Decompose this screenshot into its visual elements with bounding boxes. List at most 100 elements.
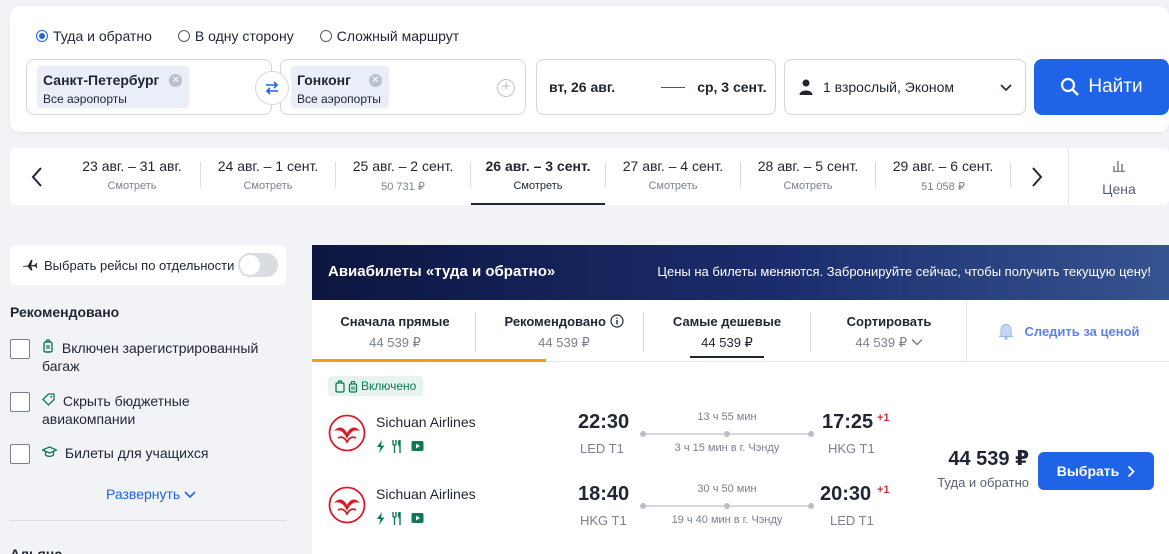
- passengers-label: 1 взрослый, Эконом: [823, 79, 955, 95]
- airline-name: Sichuan Airlines: [376, 414, 476, 430]
- recommended-title: Рекомендовано: [10, 304, 120, 320]
- filter-baggage[interactable]: Включен зарегистрированный багаж: [10, 339, 258, 375]
- filter-students[interactable]: Билеты для учащихся: [10, 444, 208, 464]
- sort-price: 44 539 ₽: [369, 335, 421, 350]
- return-date[interactable]: ср, 3 сент.: [697, 79, 766, 95]
- date-sub: 51 058 ₽: [921, 181, 965, 193]
- remove-destination-icon[interactable]: ✕: [368, 74, 382, 87]
- sichuan-airlines-logo: [328, 486, 366, 524]
- info-icon[interactable]: [609, 314, 624, 328]
- date-option[interactable]: 28 авг. – 5 сент. Смотреть: [741, 148, 875, 205]
- sort-dropdown[interactable]: Сортировать 44 539 ₽: [822, 300, 956, 362]
- banner-message: Цены на билеты меняются. Забронируйте се…: [657, 264, 1151, 279]
- separate-flights-toggle-row[interactable]: Выбрать рейсы по отдельности: [10, 245, 286, 285]
- date-sub: Смотреть: [648, 180, 698, 192]
- price-tab-label: Цена: [1102, 181, 1136, 197]
- date-sub: Смотреть: [783, 180, 833, 192]
- carry-on-icon: [348, 380, 358, 393]
- swap-icon: [265, 81, 279, 95]
- meal-icon: [392, 440, 401, 453]
- price-chart-tab[interactable]: Цена: [1068, 148, 1169, 205]
- date-option[interactable]: 23 авг. – 31 авг. Смотреть: [65, 148, 199, 205]
- filter-checkbox[interactable]: [10, 392, 30, 412]
- route-line: [640, 431, 814, 437]
- date-range: 24 авг. – 1 сент.: [217, 158, 319, 174]
- amenities: [376, 512, 424, 525]
- origin-city: Санкт-Петербург: [43, 72, 160, 88]
- trip-type-multicity[interactable]: Сложный маршрут: [319, 28, 460, 44]
- trip-type-group: Туда и обратно В одну сторону Сложный ма…: [36, 28, 485, 44]
- date-option-selected[interactable]: 26 авг. – 3 сент. Смотреть: [471, 148, 605, 205]
- radio-multicity[interactable]: [319, 30, 332, 42]
- amenities: [376, 440, 424, 453]
- track-price-button[interactable]: Следить за ценой: [966, 300, 1169, 362]
- date-range: 27 авг. – 4 сент.: [622, 158, 724, 174]
- sort-tab-cheapest[interactable]: Самые дешевые 44 539 ₽: [660, 300, 794, 362]
- origin-field[interactable]: Санкт-Петербург Все аэропорты ✕: [26, 59, 272, 115]
- arrival-time: 17:25: [822, 411, 874, 433]
- sidebar-divider: [10, 520, 286, 521]
- baggage-icon: [43, 339, 53, 353]
- swap-button[interactable]: [255, 71, 289, 105]
- date-sub: 50 731 ₽: [381, 181, 425, 193]
- active-sort-underline: [690, 356, 764, 358]
- track-price-label: Следить за ценой: [1024, 323, 1140, 339]
- flight-duration: 30 ч 50 мин: [697, 483, 757, 495]
- date-range: 28 авг. – 5 сент.: [757, 158, 859, 174]
- destination-field[interactable]: Гонконг Все аэропорты ✕ +: [280, 59, 526, 115]
- entertainment-icon: [411, 513, 424, 523]
- select-flight-button[interactable]: Выбрать: [1038, 452, 1154, 490]
- route-origin-dot: [640, 503, 646, 509]
- sort-price: 44 539 ₽: [855, 335, 908, 350]
- sort-tab-recommended[interactable]: Рекомендовано 44 539 ₽: [489, 300, 639, 362]
- date-divider: [1010, 162, 1011, 188]
- date-prev-button[interactable]: [22, 162, 52, 192]
- find-button[interactable]: Найти: [1034, 59, 1169, 115]
- filter-label-cont: багаж: [42, 358, 80, 374]
- route-line: [640, 503, 814, 509]
- banner-title: Авиабилеты «туда и обратно»: [328, 263, 556, 280]
- trip-type-roundtrip[interactable]: Туда и обратно: [36, 28, 152, 44]
- separate-flights-switch[interactable]: [238, 253, 278, 277]
- filter-checkbox[interactable]: [10, 339, 30, 359]
- date-range: 25 авг. – 2 сент.: [352, 158, 454, 174]
- passengers-field[interactable]: 1 взрослый, Эконом: [784, 59, 1026, 115]
- layover-info: 19 ч 40 мин в г. Чэнду: [671, 514, 783, 526]
- radio-oneway[interactable]: [177, 30, 190, 42]
- trip-type-label: Туда и обратно: [53, 28, 152, 44]
- route-stop-dot: [724, 503, 730, 509]
- arrival-time: 20:30: [820, 483, 872, 505]
- date-sub: Смотреть: [513, 180, 563, 192]
- radio-roundtrip[interactable]: [36, 30, 48, 42]
- dates-field[interactable]: вт, 26 авг. ср, 3 сент.: [536, 59, 776, 115]
- date-option[interactable]: 24 авг. – 1 сент. Смотреть: [201, 148, 335, 205]
- add-destination-icon[interactable]: +: [497, 79, 515, 97]
- date-option[interactable]: 29 авг. – 6 сент. 51 058 ₽: [876, 148, 1010, 205]
- trip-type-label: Сложный маршрут: [336, 28, 460, 44]
- date-option[interactable]: 27 авг. – 4 сент. Смотреть: [606, 148, 740, 205]
- baggage-icon: [335, 379, 345, 393]
- flight-result-card[interactable]: Включено Sichuan Airlines 22:30 LED T1 1…: [312, 362, 1169, 554]
- date-option[interactable]: 25 авг. – 2 сент. 50 731 ₽: [336, 148, 470, 205]
- expand-filters-link[interactable]: Развернуть: [106, 486, 196, 502]
- baggage-included-badge: Включено: [328, 376, 424, 396]
- route-stop-dot: [724, 431, 730, 437]
- date-strip: 23 авг. – 31 авг. Смотреть 24 авг. – 1 с…: [10, 148, 1169, 205]
- sort-tab-direct[interactable]: Сначала прямые 44 539 ₽: [328, 300, 462, 362]
- person-icon: [799, 79, 813, 95]
- chevron-left-icon: [31, 167, 42, 187]
- filter-checkbox[interactable]: [10, 444, 30, 464]
- date-next-button[interactable]: [1022, 162, 1052, 192]
- bell-icon: [998, 323, 1015, 340]
- sort-bar: Сначала прямые 44 539 ₽ Рекомендовано 44…: [312, 300, 1169, 362]
- trip-type-oneway[interactable]: В одну сторону: [177, 28, 294, 44]
- airline-name: Sichuan Airlines: [376, 486, 476, 502]
- route-origin-dot: [640, 431, 646, 437]
- filter-label: Билеты для учащихся: [64, 445, 209, 461]
- depart-date[interactable]: вт, 26 авг.: [549, 79, 615, 95]
- filter-budget-airlines[interactable]: Скрыть бюджетные авиакомпании: [10, 392, 190, 428]
- sort-label: Сначала прямые: [340, 314, 450, 329]
- total-price: 44 539 ₽: [948, 448, 1029, 470]
- date-dash: [661, 86, 686, 88]
- baggage-badge-label: Включено: [361, 379, 417, 393]
